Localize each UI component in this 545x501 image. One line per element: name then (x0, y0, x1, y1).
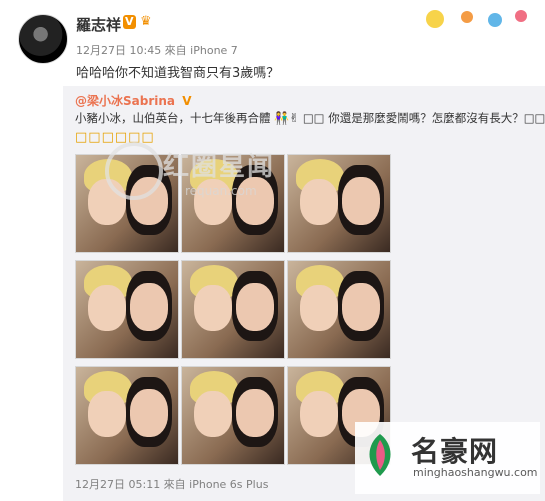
repost-text-main: 小豬小冰，山伯英台，十七年後再合體 (75, 111, 271, 125)
photo-6[interactable] (287, 260, 391, 359)
crown-icon: ♛ (140, 14, 152, 29)
repost-text: 小豬小冰，山伯英台，十七年後再合體 👫✌ □□ 你還是那麼愛鬧嗎？怎麼都沒有長大… (75, 110, 545, 126)
watermark-url: requan.com (185, 184, 257, 198)
post-text: 哈哈哈你不知道我智商只有3歲嗎？ (76, 66, 280, 81)
username[interactable]: 羅志祥 (76, 14, 121, 35)
avatar[interactable] (18, 14, 68, 64)
photo-7[interactable] (75, 366, 179, 465)
watermark: 红圈星闻 requan.com (105, 140, 305, 210)
photo-5[interactable] (181, 260, 285, 359)
verified-badge: V (182, 94, 192, 108)
repost-text-tail: □□ 你還是那麼愛鬧嗎？怎麼都沒有長大？□□□ (302, 111, 545, 125)
watermark-title: 红圈星闻 (163, 152, 276, 182)
logo-title: 名豪网 (411, 435, 499, 468)
site-logo: 名豪网 minghaoshangwu.com (355, 422, 540, 494)
repost-author-name[interactable]: @梁小冰Sabrina (75, 94, 175, 108)
repost-meta: 12月27日 05:11 來自 iPhone 6s Plus (75, 478, 269, 491)
logo-url: minghaoshangwu.com (413, 466, 538, 479)
verified-badge: V (123, 15, 136, 29)
post-meta: 12月27日 10:45 來自 iPhone 7 (76, 44, 238, 57)
people-emoji-icon: 👫✌ (274, 111, 300, 125)
photo-4[interactable] (75, 260, 179, 359)
photo-8[interactable] (181, 366, 285, 465)
leaf-logo-icon (369, 434, 391, 476)
watermark-logo-icon (105, 142, 163, 200)
repost-author[interactable]: @梁小冰Sabrina V (75, 92, 192, 109)
header-decoration (426, 10, 527, 28)
